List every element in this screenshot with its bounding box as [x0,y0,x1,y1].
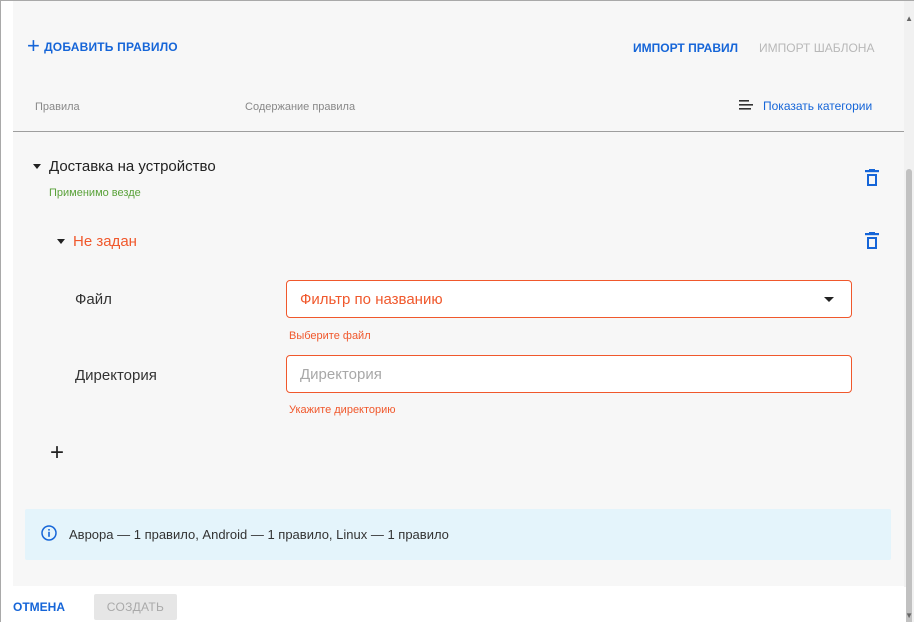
directory-placeholder: Директория [300,365,382,383]
create-button[interactable]: СОЗДАТЬ [94,594,177,620]
directory-label: Директория [75,367,157,384]
column-header-content: Содержание правила [245,101,356,113]
add-rule-button[interactable]: + ДОБАВИТЬ ПРАВИЛО [27,33,178,58]
add-condition-button[interactable]: + [50,441,64,465]
caret-down-icon [33,164,41,169]
file-label: Файл [75,291,112,308]
dialog-frame: + ДОБАВИТЬ ПРАВИЛО ИМПОРТ ПРАВИЛ ИМПОРТ … [0,0,914,622]
list-lines-icon [739,99,753,113]
sub-rule-title: Не задан [73,233,137,250]
scrollbar[interactable]: ▲ ▼ [904,1,914,622]
scroll-up-icon[interactable]: ▲ [905,15,913,23]
directory-input[interactable]: Директория [286,355,852,393]
file-error-text: Выберите файл [289,330,371,342]
trash-icon [865,232,879,249]
info-banner-text: Аврора — 1 правило, Android — 1 правило,… [69,527,449,542]
caret-down-icon [57,239,65,244]
file-filter-select[interactable]: Фильтр по названию [286,280,852,318]
scrollbar-thumb[interactable] [906,169,912,622]
trash-icon [865,169,879,186]
rule-scope: Применимо везде [49,187,141,199]
info-banner: Аврора — 1 правило, Android — 1 правило,… [25,509,891,560]
show-categories-button[interactable]: Показать категории [739,99,872,113]
rule-group-toggle[interactable]: Доставка на устройство [33,158,216,175]
add-rule-label: ДОБАВИТЬ ПРАВИЛО [44,40,178,54]
file-filter-placeholder: Фильтр по названию [300,290,443,308]
directory-error-text: Укажите директорию [289,404,396,416]
header-divider [13,131,906,132]
import-template-button[interactable]: ИМПОРТ ШАБЛОНА [759,41,874,55]
scroll-down-icon[interactable]: ▼ [905,612,913,620]
delete-sub-rule-button[interactable] [865,232,879,250]
info-circle-icon [41,525,57,544]
rule-group-title: Доставка на устройство [49,158,216,175]
import-rules-button[interactable]: ИМПОРТ ПРАВИЛ [633,41,738,55]
column-header-rules: Правила [35,101,80,113]
plus-icon: + [50,439,65,466]
show-categories-label: Показать категории [763,99,873,113]
delete-rule-group-button[interactable] [865,169,879,187]
cancel-button[interactable]: ОТМЕНА [13,600,65,614]
dialog-footer: ОТМЕНА СОЗДАТЬ [1,587,906,622]
plus-icon: + [27,33,41,58]
sub-rule-toggle[interactable]: Не задан [57,233,137,250]
dropdown-arrow-icon [824,297,834,302]
